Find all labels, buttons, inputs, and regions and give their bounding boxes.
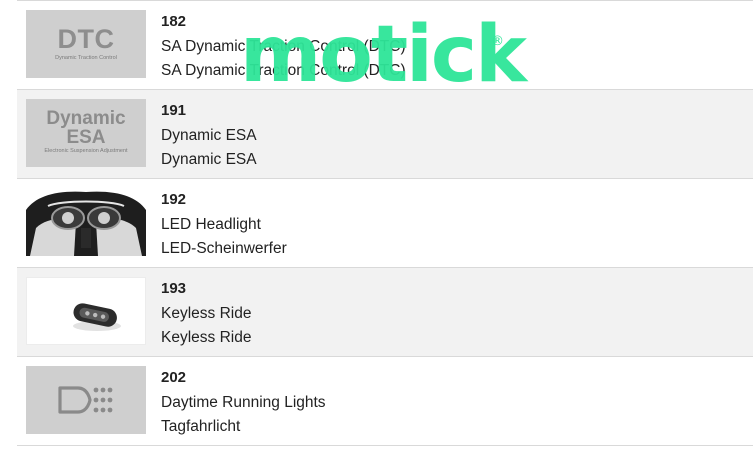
option-name-de: LED-Scheinwerfer xyxy=(161,240,287,257)
daytime-running-lights-icon xyxy=(58,386,113,414)
item-text: 191 Dynamic ESA Dynamic ESA xyxy=(161,102,257,172)
thumb-subtitle: Electronic Suspension Adjustment xyxy=(44,148,128,154)
led-headlight-photo xyxy=(26,188,146,256)
options-page: DTC Dynamic Traction Control 182 SA Dyna… xyxy=(0,0,753,449)
option-name-de: Keyless Ride xyxy=(161,329,252,346)
list-item[interactable]: 193 Keyless Ride Keyless Ride xyxy=(17,268,753,357)
option-name-en: Dynamic ESA xyxy=(161,127,257,144)
thumb-title-line-2: ESA xyxy=(66,127,106,148)
thumb-title-line-1: Dynamic xyxy=(46,108,126,129)
dtc-thumbnail: DTC Dynamic Traction Control xyxy=(26,10,146,78)
option-name-de: Tagfahrlicht xyxy=(161,418,241,435)
key-fob-photo xyxy=(26,277,146,345)
esa-thumbnail: Dynamic ESA Electronic Suspension Adjust… xyxy=(26,99,146,167)
option-name-de: SA Dynamic Traction Control (DTC) xyxy=(161,62,406,79)
option-code: 202 xyxy=(161,369,187,386)
option-code: 191 xyxy=(161,102,187,119)
drl-thumbnail xyxy=(26,366,146,434)
item-text: 193 Keyless Ride Keyless Ride xyxy=(161,280,251,350)
option-list: DTC Dynamic Traction Control 182 SA Dyna… xyxy=(17,0,753,446)
led-headlight-icon xyxy=(26,191,146,256)
list-item[interactable]: 192 LED Headlight LED-Scheinwerfer xyxy=(17,179,753,268)
option-name-en: LED Headlight xyxy=(161,216,261,233)
thumb-subtitle: Dynamic Traction Control xyxy=(55,55,117,61)
list-item[interactable]: Dynamic ESA Electronic Suspension Adjust… xyxy=(17,90,753,179)
item-text: 182 SA Dynamic Traction Control (DTC) SA… xyxy=(161,13,406,83)
option-name-de: Dynamic ESA xyxy=(161,151,257,168)
option-name-en: SA Dynamic Traction Control (DTC) xyxy=(161,38,406,55)
item-text: 192 LED Headlight LED-Scheinwerfer xyxy=(161,191,287,261)
option-name-en: Keyless Ride xyxy=(161,305,252,322)
list-item[interactable]: 202 Daytime Running Lights Tagfahrlicht xyxy=(17,357,753,446)
thumb-title: DTC xyxy=(57,24,115,54)
key-fob-icon xyxy=(73,303,121,331)
option-code: 192 xyxy=(161,191,187,208)
item-text: 202 Daytime Running Lights Tagfahrlicht xyxy=(161,369,326,439)
option-name-en: Daytime Running Lights xyxy=(161,394,326,411)
option-code: 193 xyxy=(161,280,187,297)
registered-mark: ® xyxy=(491,34,504,49)
list-item[interactable]: DTC Dynamic Traction Control 182 SA Dyna… xyxy=(17,1,753,90)
option-code: 182 xyxy=(161,13,187,30)
